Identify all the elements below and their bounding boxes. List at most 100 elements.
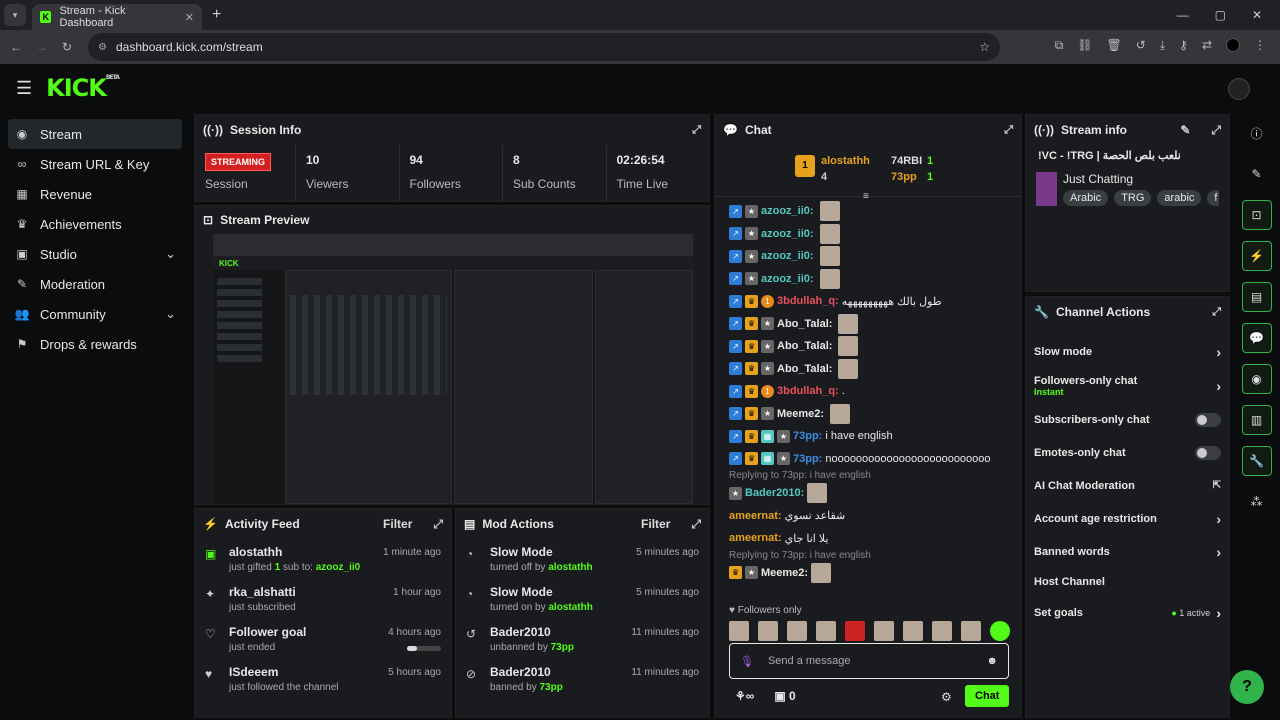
preview-icon[interactable]: ⊡	[1241, 200, 1272, 230]
sidebar-item-community[interactable]: 👥 Community ⌄	[8, 299, 182, 329]
browser-tab[interactable]: K Stream - Kick Dashboard ✕	[32, 4, 202, 30]
chat-message[interactable]: ↗ ♛ ▦ ★ 73pp: i have english	[715, 425, 1021, 448]
emote[interactable]	[903, 621, 923, 641]
extension-icon[interactable]: ⧉	[1055, 38, 1064, 53]
sidebar-item-drops[interactable]: ⚑ Drops & rewards	[8, 329, 182, 359]
chat-message[interactable]: ↗ ♛ 1 3bdullah_q:.	[715, 380, 1021, 403]
stream-video[interactable]: KICK	[213, 234, 693, 504]
sidebar-item-stream[interactable]: ◉ Stream	[8, 119, 182, 149]
wrench-icon[interactable]: 🔧	[1241, 446, 1272, 476]
chat-username[interactable]: Abo_Talal:	[777, 363, 832, 375]
sidebar-item-revenue[interactable]: ▦ Revenue	[8, 179, 182, 209]
edit-icon[interactable]: ✎	[1242, 159, 1272, 189]
emote[interactable]	[874, 621, 894, 641]
filter-button[interactable]: Filter	[641, 517, 670, 531]
subscribers-only-toggle[interactable]	[1195, 412, 1221, 427]
send-chat-button[interactable]: Chat	[965, 685, 1010, 707]
chat-username[interactable]: Abo_Talal:	[777, 340, 832, 352]
chat-message[interactable]: ↗ ♛ ★ Abo_Talal:	[715, 358, 1021, 381]
chat-username[interactable]: azooz_ii0:	[761, 273, 814, 285]
chat-username[interactable]: azooz_ii0:	[761, 228, 814, 240]
gift-icon[interactable]: ▣	[774, 689, 785, 703]
action-set-goals[interactable]: Set goals ● 1 active ›	[1026, 596, 1229, 629]
forward-icon[interactable]: →	[36, 40, 48, 54]
emote[interactable]	[758, 621, 778, 641]
expand-icon[interactable]: ⤢	[433, 517, 443, 532]
emote[interactable]	[816, 621, 836, 641]
microphone-icon[interactable]: 🎙	[740, 655, 754, 668]
chat-username[interactable]: 73pp:	[793, 430, 822, 442]
action-host-channel[interactable]: Host Channel	[1026, 568, 1229, 596]
emote[interactable]	[729, 621, 749, 641]
chat-messages[interactable]: ↗ ★ azooz_ii0: ↗ ★ azooz_ii0: ↗ ★ azooz_ii0: ↗ ★ az…	[715, 197, 1021, 470]
chat-message[interactable]: ↗ ★ azooz_ii0:	[715, 223, 1021, 246]
emote[interactable]	[990, 621, 1010, 641]
trash-icon[interactable]: 🗑	[1107, 38, 1122, 53]
collapse-icon[interactable]: ≡	[863, 191, 869, 202]
maximize-icon[interactable]: ▢	[1215, 8, 1226, 22]
menu-dots-icon[interactable]: ⋮	[1254, 38, 1266, 53]
tag-chip[interactable]: Arabic	[1063, 190, 1109, 206]
settings-gear-icon[interactable]: ⚙	[941, 690, 952, 704]
kick-logo[interactable]: KICKBETA	[46, 74, 120, 102]
action-subscribers-only[interactable]: Subscribers-only chat	[1026, 403, 1229, 436]
chat-username[interactable]: 3bdullah_q:	[777, 385, 839, 397]
sidebar-item-moderation[interactable]: ✎ Moderation	[8, 269, 182, 299]
action-emotes-only[interactable]: Emotes-only chat	[1026, 436, 1229, 469]
chat-message[interactable]: ↗ ★ azooz_ii0:	[715, 268, 1021, 291]
panels-icon[interactable]: ▥	[1241, 405, 1272, 435]
points-icon[interactable]: ⚘∞	[735, 689, 754, 703]
expand-icon[interactable]: ⤢	[1004, 124, 1013, 137]
translate-icon[interactable]: ⇄	[1202, 38, 1212, 53]
emote[interactable]	[845, 621, 865, 641]
minimize-icon[interactable]: —	[1177, 8, 1189, 22]
chat-message-input[interactable]: 🎙 Send a message ☻	[729, 643, 1009, 679]
action-followers-only[interactable]: Followers-only chat Instant ›	[1026, 368, 1229, 403]
chat-bubble-icon[interactable]: 💬	[1241, 323, 1272, 353]
chat-username[interactable]: 73pp:	[793, 453, 822, 465]
user-avatar[interactable]	[1228, 78, 1250, 100]
action-ai-moderation[interactable]: AI Chat Moderation ⇱	[1026, 469, 1229, 502]
history-icon[interactable]: ↺	[1136, 38, 1146, 53]
edit-icon[interactable]: ✎	[1180, 123, 1190, 137]
expand-icon[interactable]: ⤢	[692, 124, 701, 137]
emote[interactable]	[932, 621, 952, 641]
bolt-icon[interactable]: ⚡	[1241, 241, 1272, 271]
chat-message[interactable]: ♛ ★ Meeme2:	[715, 562, 1021, 585]
tab-search-icon[interactable]: ▾	[4, 4, 26, 26]
sidebar-item-achievements[interactable]: ♛ Achievements	[8, 209, 182, 239]
action-slow-mode[interactable]: Slow mode ›	[1026, 335, 1229, 368]
broadcast-icon[interactable]: ◉	[1241, 364, 1272, 394]
new-tab-icon[interactable]: +	[212, 6, 221, 24]
chat-username[interactable]: azooz_ii0:	[761, 205, 814, 217]
tag-chip[interactable]: f	[1207, 190, 1219, 206]
community-icon[interactable]: ⁂	[1242, 487, 1272, 517]
bookmark-star-icon[interactable]: ☆	[979, 40, 990, 54]
site-info-icon[interactable]: ⚙	[98, 42, 107, 53]
chat-message[interactable]: ↗ ♛ ★ Meeme2:	[715, 403, 1021, 426]
chat-username[interactable]: Meeme2:	[777, 408, 824, 420]
tag-chip[interactable]: TRG	[1114, 190, 1152, 206]
chat-message[interactable]: ↗ ♛ 1 3bdullah_q: طول بالك هههههههههه	[715, 290, 1021, 313]
url-field[interactable]: ⚙ dashboard.kick.com/stream ☆	[88, 33, 1000, 61]
key-icon[interactable]: ⚷	[1179, 38, 1188, 53]
chat-message[interactable]: ↗ ♛ ★ Abo_Talal:	[715, 335, 1021, 358]
hamburger-menu-icon[interactable]: ☰	[16, 78, 32, 99]
chat-username[interactable]: Abo_Talal:	[777, 318, 832, 330]
chat-message[interactable]: ↗ ★ azooz_ii0:	[715, 200, 1021, 223]
close-window-icon[interactable]: ✕	[1252, 8, 1262, 22]
expand-icon[interactable]: ⤢	[1211, 123, 1221, 138]
chat-message[interactable]: ★ Bader2010:	[715, 482, 1021, 505]
expand-icon[interactable]: ⤢	[1212, 306, 1221, 319]
download-icon[interactable]: ⤓	[1160, 38, 1165, 53]
action-banned-words[interactable]: Banned words ›	[1026, 535, 1229, 568]
chat-username[interactable]: 3bdullah_q:	[777, 295, 839, 307]
category-thumbnail[interactable]	[1036, 172, 1057, 206]
emote[interactable]	[787, 621, 807, 641]
chat-username[interactable]: azooz_ii0:	[761, 250, 814, 262]
document-icon[interactable]: ▤	[1241, 282, 1272, 312]
chat-message[interactable]: ↗ ♛ ★ Abo_Talal:	[715, 313, 1021, 336]
chat-message[interactable]: ↗ ♛ ▦ ★ 73pp: noooooooooooooooooooooooooo	[715, 448, 1021, 471]
chat-message[interactable]: ↗ ★ azooz_ii0:	[715, 245, 1021, 268]
filter-button[interactable]: Filter	[383, 517, 412, 531]
